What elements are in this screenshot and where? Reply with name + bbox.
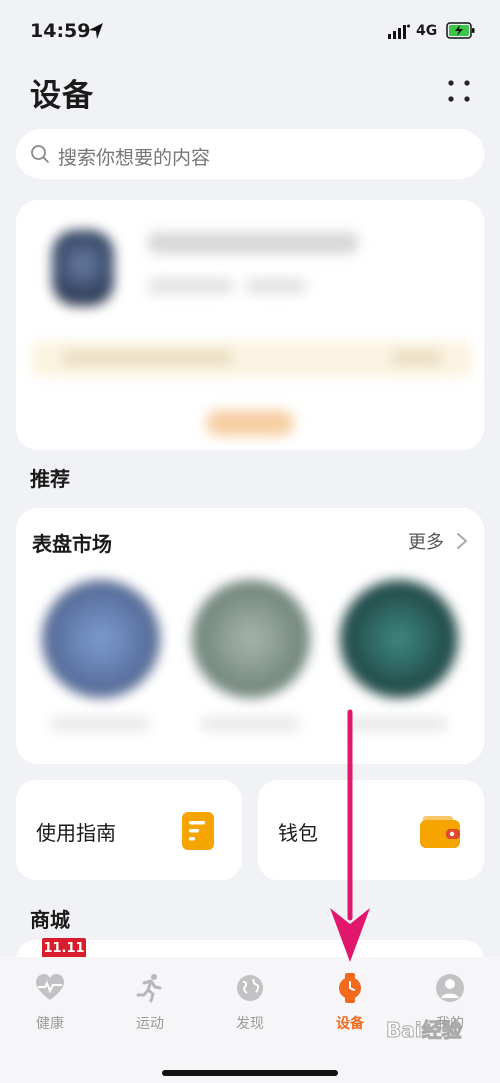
watch-face-thumbnail[interactable] (42, 580, 160, 698)
section-title-shop: 商城 (30, 908, 70, 932)
status-time: 14:59 (30, 20, 91, 42)
chevron-right-icon[interactable] (456, 532, 468, 550)
tab-health[interactable]: 健康 (0, 957, 100, 1047)
wallet-icon (420, 816, 460, 848)
watch-image (52, 230, 114, 306)
battery-charging-icon (446, 22, 475, 39)
home-indicator (162, 1070, 338, 1076)
device-name-blurred (148, 232, 358, 254)
tab-label: 健康 (36, 1016, 64, 1032)
tab-label: 运动 (136, 1016, 164, 1032)
heart-pulse-icon (36, 974, 64, 1000)
more-options-icon[interactable] (446, 78, 472, 104)
device-status-blurred (148, 278, 233, 294)
watch-face-caption (50, 718, 150, 730)
device-card[interactable] (16, 200, 484, 450)
user-guide-tile[interactable]: 使用指南 (16, 780, 242, 880)
search-bar[interactable]: 搜索你想要的内容 (16, 129, 484, 179)
network-type: 4G (416, 23, 438, 39)
search-icon (31, 145, 49, 163)
tab-workout[interactable]: 运动 (100, 957, 200, 1047)
annotation-arrow-icon (330, 709, 370, 962)
notice-text-blurred (62, 351, 232, 365)
running-icon (136, 974, 162, 1003)
device-notice-strip[interactable] (32, 341, 472, 377)
user-guide-label: 使用指南 (36, 821, 116, 845)
tab-label: 发现 (236, 1016, 264, 1032)
watermark: Bai经验 (364, 1012, 484, 1046)
dial-market-title: 表盘市场 (32, 532, 112, 556)
device-action-button[interactable] (206, 410, 294, 436)
watch-icon (339, 973, 361, 1003)
notice-action-blurred (392, 351, 442, 365)
search-placeholder: 搜索你想要的内容 (58, 147, 211, 169)
watch-face-thumbnail[interactable] (192, 580, 310, 698)
signal-icon (388, 24, 410, 39)
location-arrow-icon (89, 23, 103, 39)
dial-market-more-link[interactable]: 更多 (408, 528, 444, 554)
page-title: 设备 (30, 78, 94, 114)
guide-document-icon (182, 812, 214, 850)
status-bar: 14:59 4G (0, 0, 500, 62)
section-title-recommend: 推荐 (30, 467, 70, 491)
dial-market-card[interactable]: 表盘市场 更多 (16, 508, 484, 764)
watch-face-thumbnail[interactable] (340, 580, 458, 698)
wallet-label: 钱包 (278, 821, 318, 845)
globe-icon (237, 975, 263, 1001)
person-icon (436, 974, 464, 1002)
tab-discover[interactable]: 发现 (200, 957, 300, 1047)
watermark-text: Bai经验 (386, 1018, 463, 1043)
watch-face-caption (200, 718, 300, 730)
device-battery-blurred (246, 278, 306, 294)
